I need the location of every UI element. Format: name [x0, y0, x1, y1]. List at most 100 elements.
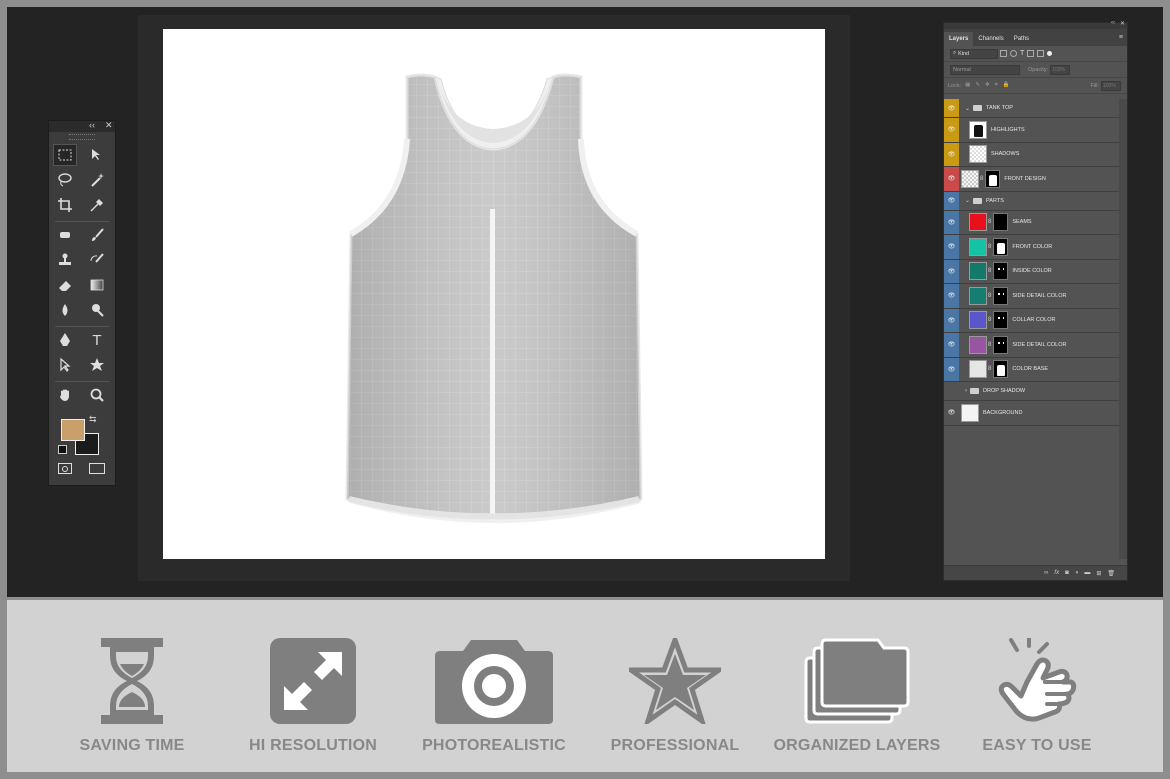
delete-layer-icon[interactable]: 🗑: [1107, 570, 1115, 577]
swap-colors-icon[interactable]: ⇆: [89, 414, 97, 425]
tab-paths[interactable]: Paths: [1009, 32, 1034, 46]
blur-tool-icon[interactable]: [53, 299, 77, 321]
layer-row[interactable]: › DROP SHADOW: [944, 382, 1120, 401]
visibility-eye-icon[interactable]: 👁: [944, 118, 959, 142]
dodge-tool-icon[interactable]: [85, 299, 109, 321]
layer-mask-thumbnail[interactable]: [993, 335, 1009, 354]
visibility-eye-icon[interactable]: 👁: [944, 99, 959, 117]
link-chain-icon[interactable]: 8: [988, 268, 991, 274]
visibility-eye-icon[interactable]: 👁: [944, 191, 959, 210]
layer-mask-thumbnail[interactable]: [993, 213, 1009, 232]
layer-row[interactable]: 👁 BACKGROUND: [944, 401, 1120, 426]
layer-row[interactable]: 👁 8 FRONT DESIGN: [944, 167, 1120, 192]
healing-brush-icon[interactable]: [53, 224, 77, 246]
filter-pixel-icon[interactable]: [1000, 50, 1007, 57]
link-chain-icon[interactable]: 8: [988, 244, 991, 250]
close-icon[interactable]: ✕: [105, 120, 113, 131]
visibility-eye-icon[interactable]: 👁: [944, 401, 959, 425]
link-chain-icon[interactable]: 8: [988, 366, 991, 372]
panel-menu-icon[interactable]: ≡: [1119, 34, 1123, 41]
tab-channels[interactable]: Channels: [973, 32, 1008, 46]
filter-shape-icon[interactable]: [1027, 50, 1035, 57]
filter-toggle-icon[interactable]: [1047, 51, 1053, 56]
layer-row[interactable]: 👁 8 SIDE DETAIL COLOR: [944, 284, 1120, 309]
layers-scrollbar[interactable]: [1119, 99, 1127, 559]
link-chain-icon[interactable]: 8: [988, 293, 991, 299]
layer-row[interactable]: 👁 8 SIDE DETAIL COLOR: [944, 333, 1120, 358]
clone-stamp-icon[interactable]: [53, 249, 77, 271]
zoom-tool-icon[interactable]: [85, 384, 109, 406]
layer-row[interactable]: 👁 8 INSIDE COLOR: [944, 259, 1120, 284]
visibility-eye-icon[interactable]: 👁: [944, 308, 959, 332]
layer-row[interactable]: 👁 ⌄ TANK TOP: [944, 99, 1120, 118]
foreground-color-swatch[interactable]: [61, 419, 85, 441]
filter-adjustment-icon[interactable]: [1010, 50, 1017, 57]
layer-mask-thumbnail[interactable]: [993, 311, 1009, 330]
crop-tool-icon[interactable]: [53, 194, 77, 216]
filter-type-icon[interactable]: T: [1020, 50, 1024, 57]
group-expand-icon[interactable]: ⌄: [965, 197, 970, 204]
visibility-eye-icon[interactable]: 👁: [944, 284, 959, 308]
opacity-field[interactable]: 100%: [1050, 64, 1071, 75]
filter-smart-icon[interactable]: [1037, 50, 1045, 57]
filter-kind-select[interactable]: ⌕ Kind: [950, 48, 998, 59]
visibility-eye-icon[interactable]: 👁: [944, 259, 959, 283]
layer-mask-thumbnail[interactable]: [993, 237, 1009, 256]
link-chain-icon[interactable]: 8: [988, 219, 991, 225]
layer-row[interactable]: 👁 SHADOWS: [944, 142, 1120, 167]
magic-wand-icon[interactable]: [85, 169, 109, 191]
eyedropper-icon[interactable]: [85, 194, 109, 216]
layer-mask-thumbnail[interactable]: [993, 286, 1009, 305]
layer-row[interactable]: 👁 HIGHLIGHTS: [944, 118, 1120, 143]
visibility-eye-icon[interactable]: 👁: [944, 357, 959, 381]
adjustment-layer-icon[interactable]: ◑: [1075, 570, 1079, 576]
quick-mask-icon[interactable]: [58, 463, 72, 474]
tab-layers[interactable]: Layers: [944, 32, 974, 46]
fill-field[interactable]: 100%: [1101, 80, 1121, 91]
eraser-tool-icon[interactable]: [53, 274, 77, 296]
document-canvas[interactable]: [163, 29, 825, 559]
shape-tool-icon[interactable]: [85, 354, 109, 376]
layer-mask-thumbnail[interactable]: [993, 262, 1009, 281]
lasso-tool-icon[interactable]: [53, 169, 77, 191]
layer-row[interactable]: 👁 8 SEAMS: [944, 210, 1120, 235]
layer-row[interactable]: 👁 8 FRONT COLOR: [944, 235, 1120, 260]
move-tool-icon[interactable]: [85, 144, 109, 166]
lock-icons[interactable]: ▦✎✥⌗🔒: [965, 82, 1014, 89]
link-layers-icon[interactable]: ∞: [1044, 570, 1048, 576]
pen-tool-icon[interactable]: [53, 329, 77, 351]
visibility-eye-icon[interactable]: 👁: [944, 210, 959, 234]
link-chain-icon[interactable]: 8: [980, 176, 983, 182]
history-brush-icon[interactable]: [85, 249, 109, 271]
layer-mask-thumbnail[interactable]: [985, 169, 1001, 188]
link-chain-icon[interactable]: 8: [988, 317, 991, 323]
visibility-eye-icon[interactable]: 👁: [944, 167, 959, 191]
add-mask-icon[interactable]: ◙: [1065, 570, 1069, 576]
layer-row[interactable]: 👁 8 COLLAR COLOR: [944, 308, 1120, 333]
collapse-icon[interactable]: ‹‹: [89, 120, 95, 130]
visibility-eye-icon[interactable]: [944, 382, 959, 400]
brush-tool-icon[interactable]: [85, 224, 109, 246]
default-colors-icon[interactable]: [58, 445, 67, 454]
visibility-eye-icon[interactable]: 👁: [944, 142, 959, 166]
group-expand-icon[interactable]: ›: [965, 388, 967, 394]
layer-style-icon[interactable]: fx: [1054, 570, 1059, 576]
collapse-icon[interactable]: ‹‹: [1111, 20, 1115, 26]
blend-mode-select[interactable]: Normal: [950, 64, 1020, 75]
gradient-tool-icon[interactable]: [85, 274, 109, 296]
group-expand-icon[interactable]: ⌄: [965, 105, 970, 112]
close-icon[interactable]: ✕: [1120, 20, 1125, 27]
type-tool-icon[interactable]: T: [85, 329, 109, 351]
marquee-tool-icon[interactable]: [53, 144, 77, 166]
path-selection-icon[interactable]: [53, 354, 77, 376]
hand-tool-icon[interactable]: [53, 384, 77, 406]
layer-row[interactable]: 👁 ⌄ PARTS: [944, 191, 1120, 211]
new-group-icon[interactable]: ▬: [1084, 570, 1090, 576]
link-chain-icon[interactable]: 8: [988, 342, 991, 348]
screen-mode-icon[interactable]: [89, 463, 105, 474]
new-layer-icon[interactable]: ⊞: [1096, 570, 1101, 577]
layer-mask-thumbnail[interactable]: [993, 360, 1009, 379]
visibility-eye-icon[interactable]: 👁: [944, 235, 959, 259]
panel-grip[interactable]: [69, 134, 95, 140]
visibility-eye-icon[interactable]: 👁: [944, 333, 959, 357]
